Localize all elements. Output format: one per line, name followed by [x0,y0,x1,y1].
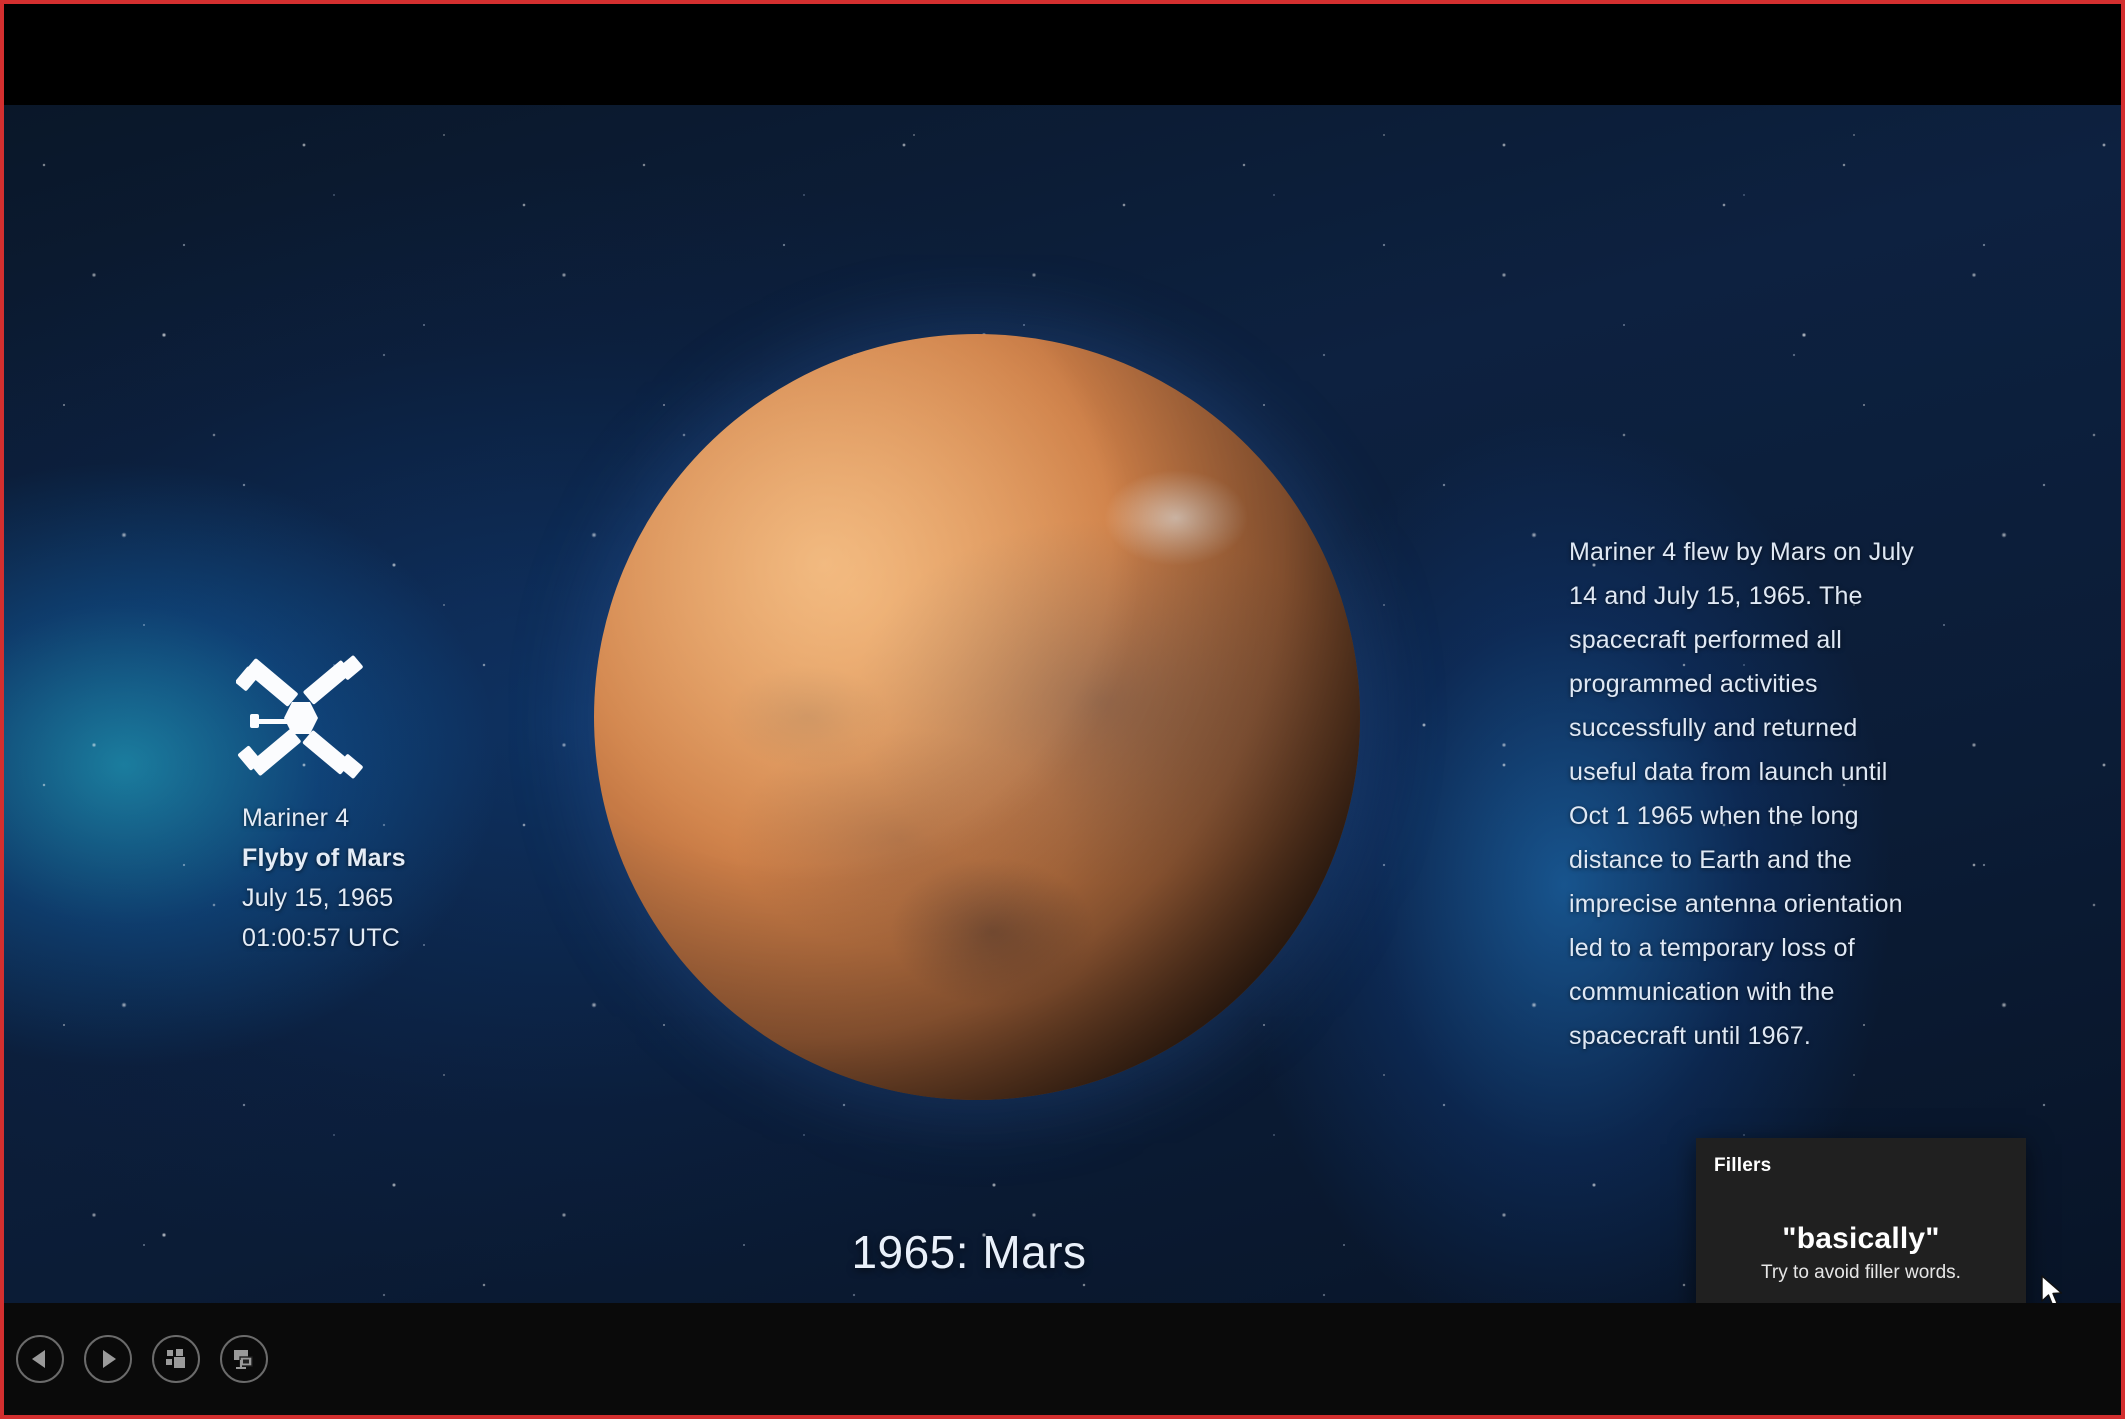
milestone-spacecraft: Mariner 4 [242,804,350,832]
slideshow-window: Mariner 4 Flyby of Mars July 15, 1965 01… [0,0,2125,1419]
zoom-squares-icon [166,1349,185,1368]
coach-filler-word: "basically" [1782,1222,1940,1255]
satellite-icon [235,652,366,782]
speaker-coach-card[interactable]: Fillers "basically" Try to avoid filler … [1696,1138,2026,1307]
triangle-left-icon [32,1350,45,1368]
milestone-time: 01:00:57 UTC [242,924,401,952]
slide-canvas[interactable]: Mariner 4 Flyby of Mars July 15, 1965 01… [4,105,2121,1307]
milestone-caption: Mariner 4 Flyby of Mars July 15, 1965 01… [242,798,572,958]
coach-card-header: Fillers [1714,1155,1772,1176]
milestone-event: Flyby of Mars [242,844,406,872]
slide-description-text: Mariner 4 flew by Mars on July 14 and Ju… [1569,538,1915,1050]
previous-slide-button[interactable] [16,1335,64,1383]
slideshow-toolbar [4,1303,2121,1415]
zoom-slide-button[interactable] [152,1335,200,1383]
triangle-right-icon [103,1350,116,1368]
slide-title: 1965: Mars [851,1226,1087,1278]
coach-hint-text: Try to avoid filler words. [1761,1262,1961,1283]
milestone-date: July 15, 1965 [242,884,394,912]
presenter-screen-icon [234,1350,253,1369]
presenter-view-button[interactable] [220,1335,268,1383]
top-letterbox-bar [4,4,2121,105]
coach-card-body: "basically" Try to avoid filler words. [1696,1222,2026,1284]
mars-terminator-shadow [594,334,1360,1100]
mars-planet [594,334,1360,1100]
next-slide-button[interactable] [84,1335,132,1383]
